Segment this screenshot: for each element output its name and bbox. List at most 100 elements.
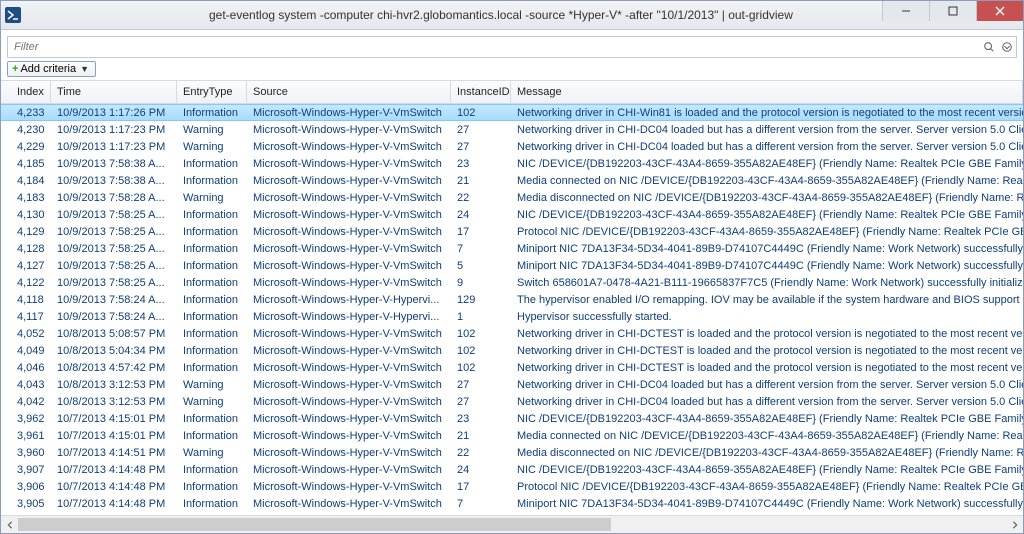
cell: 10/9/2013 1:17:23 PM: [51, 124, 177, 136]
cell: 22: [451, 192, 511, 204]
table-row[interactable]: 3,90510/7/2013 4:14:48 PMInformationMicr…: [1, 495, 1023, 512]
cell: 27: [451, 124, 511, 136]
cell: 10/7/2013 4:15:01 PM: [51, 413, 177, 425]
cell: 10/9/2013 7:58:25 A...: [51, 209, 177, 221]
scroll-thumb[interactable]: [18, 518, 611, 531]
col-index[interactable]: Index: [11, 81, 51, 103]
table-row[interactable]: 4,23010/9/2013 1:17:23 PMWarningMicrosof…: [1, 121, 1023, 138]
table-row[interactable]: 3,90710/7/2013 4:14:48 PMInformationMicr…: [1, 461, 1023, 478]
cell: 10/9/2013 7:58:25 A...: [51, 243, 177, 255]
cell: Microsoft-Windows-Hyper-V-VmSwitch: [247, 447, 451, 459]
cell: Microsoft-Windows-Hyper-V-VmSwitch: [247, 396, 451, 408]
add-criteria-label: Add criteria: [20, 63, 76, 75]
table-row[interactable]: 4,13010/9/2013 7:58:25 A...InformationMi…: [1, 206, 1023, 223]
cell: 17: [451, 481, 511, 493]
cell: 23: [451, 158, 511, 170]
cell: 10/7/2013 4:14:51 PM: [51, 447, 177, 459]
table-row[interactable]: 4,11810/9/2013 7:58:24 A...InformationMi…: [1, 291, 1023, 308]
add-criteria-button[interactable]: + Add criteria ▼: [7, 61, 96, 77]
cell: Media connected on NIC /DEVICE/{DB192203…: [511, 430, 1023, 442]
table-row[interactable]: 3,96110/7/2013 4:15:01 PMInformationMicr…: [1, 427, 1023, 444]
col-time[interactable]: Time: [51, 81, 177, 103]
cell: Switch 658601A7-0478-4A21-B111-19665837F…: [511, 277, 1023, 289]
cell: Microsoft-Windows-Hyper-V-VmSwitch: [247, 277, 451, 289]
cell: 10/8/2013 5:04:34 PM: [51, 345, 177, 357]
cell: 4,233: [11, 107, 51, 119]
cell: Information: [177, 498, 247, 510]
table-row[interactable]: 4,18510/9/2013 7:58:38 A...InformationMi…: [1, 155, 1023, 172]
filter-input[interactable]: [8, 39, 980, 55]
col-instanceid[interactable]: InstanceID: [451, 81, 511, 103]
maximize-button[interactable]: [929, 1, 976, 21]
table-row[interactable]: 3,90610/7/2013 4:14:48 PMInformationMicr…: [1, 478, 1023, 495]
cell: NIC /DEVICE/{DB192203-43CF-43A4-8659-355…: [511, 413, 1023, 425]
cell: Microsoft-Windows-Hyper-V-VmSwitch: [247, 141, 451, 153]
cell: 9: [451, 277, 511, 289]
table-row[interactable]: 4,23310/9/2013 1:17:26 PMInformationMicr…: [1, 104, 1023, 121]
close-button[interactable]: [976, 1, 1023, 21]
table-row[interactable]: 4,05210/8/2013 5:08:57 PMInformationMicr…: [1, 325, 1023, 342]
table-row[interactable]: 4,04910/8/2013 5:04:34 PMInformationMicr…: [1, 342, 1023, 359]
horizontal-scrollbar[interactable]: [1, 515, 1023, 533]
cell: 3,961: [11, 430, 51, 442]
window-buttons: [882, 1, 1023, 21]
table-row[interactable]: 4,22910/9/2013 1:17:23 PMWarningMicrosof…: [1, 138, 1023, 155]
cell: Networking driver in CHI-DCTEST is loade…: [511, 345, 1023, 357]
table-row[interactable]: 4,18410/9/2013 7:58:38 A...InformationMi…: [1, 172, 1023, 189]
col-message[interactable]: Message: [511, 81, 1023, 103]
cell: Microsoft-Windows-Hyper-V-VmSwitch: [247, 124, 451, 136]
cell: 10/9/2013 7:58:38 A...: [51, 175, 177, 187]
cell: 3,906: [11, 481, 51, 493]
table-row[interactable]: 4,12210/9/2013 7:58:25 A...InformationMi…: [1, 274, 1023, 291]
cell: 27: [451, 396, 511, 408]
cell: 7: [451, 498, 511, 510]
cell: Networking driver in CHI-DC04 loaded but…: [511, 124, 1023, 136]
cell: 10/7/2013 4:15:01 PM: [51, 430, 177, 442]
table-row[interactable]: 4,11710/9/2013 7:58:24 A...InformationMi…: [1, 308, 1023, 325]
table-row[interactable]: 4,04310/8/2013 3:12:53 PMWarningMicrosof…: [1, 376, 1023, 393]
minimize-button[interactable]: [882, 1, 929, 21]
window-title: get-eventlog system -computer chi-hvr2.g…: [209, 8, 793, 22]
cell: Information: [177, 413, 247, 425]
table-row[interactable]: 4,18310/9/2013 7:58:28 A...WarningMicros…: [1, 189, 1023, 206]
cell: Microsoft-Windows-Hyper-V-VmSwitch: [247, 192, 451, 204]
expand-icon[interactable]: [998, 38, 1016, 56]
search-icon[interactable]: [980, 38, 998, 56]
col-source[interactable]: Source: [247, 81, 451, 103]
table-row[interactable]: 4,12710/9/2013 7:58:25 A...InformationMi…: [1, 257, 1023, 274]
cell: 5: [451, 260, 511, 272]
cell: 10/8/2013 3:12:53 PM: [51, 396, 177, 408]
cell: Information: [177, 158, 247, 170]
powershell-icon: [5, 7, 21, 23]
scroll-left-button[interactable]: [1, 516, 18, 533]
col-entrytype[interactable]: EntryType: [177, 81, 247, 103]
cell: NIC /DEVICE/{DB192203-43CF-43A4-8659-355…: [511, 464, 1023, 476]
titlebar[interactable]: get-eventlog system -computer chi-hvr2.g…: [1, 1, 1023, 30]
table-row[interactable]: 3,96210/7/2013 4:15:01 PMInformationMicr…: [1, 410, 1023, 427]
table-row[interactable]: 4,12910/9/2013 7:58:25 A...InformationMi…: [1, 223, 1023, 240]
table-row[interactable]: 4,04610/8/2013 4:57:42 PMInformationMicr…: [1, 359, 1023, 376]
table-row[interactable]: 4,12810/9/2013 7:58:25 A...InformationMi…: [1, 240, 1023, 257]
cell: 4,049: [11, 345, 51, 357]
cell: 10/8/2013 5:08:57 PM: [51, 328, 177, 340]
cell: Microsoft-Windows-Hyper-V-VmSwitch: [247, 362, 451, 374]
cell: Warning: [177, 396, 247, 408]
cell: 10/9/2013 7:58:24 A...: [51, 311, 177, 323]
cell: Information: [177, 430, 247, 442]
cell: 102: [451, 362, 511, 374]
cell: Networking driver in CHI-DCTEST is loade…: [511, 362, 1023, 374]
scroll-track[interactable]: [18, 516, 1006, 533]
scroll-right-button[interactable]: [1006, 516, 1023, 533]
table-row[interactable]: 4,04210/8/2013 3:12:53 PMWarningMicrosof…: [1, 393, 1023, 410]
cell: 10/8/2013 3:12:53 PM: [51, 379, 177, 391]
cell: 21: [451, 175, 511, 187]
table-row[interactable]: 3,96010/7/2013 4:14:51 PMWarningMicrosof…: [1, 444, 1023, 461]
cell: Media disconnected on NIC /DEVICE/{DB192…: [511, 447, 1023, 459]
cell: 4,128: [11, 243, 51, 255]
cell: 4,230: [11, 124, 51, 136]
grid-body[interactable]: 4,23310/9/2013 1:17:26 PMInformationMicr…: [1, 104, 1023, 515]
cell: Media connected on NIC /DEVICE/{DB192203…: [511, 175, 1023, 187]
cell: 4,183: [11, 192, 51, 204]
cell: Warning: [177, 447, 247, 459]
cell: 10/9/2013 7:58:28 A...: [51, 192, 177, 204]
